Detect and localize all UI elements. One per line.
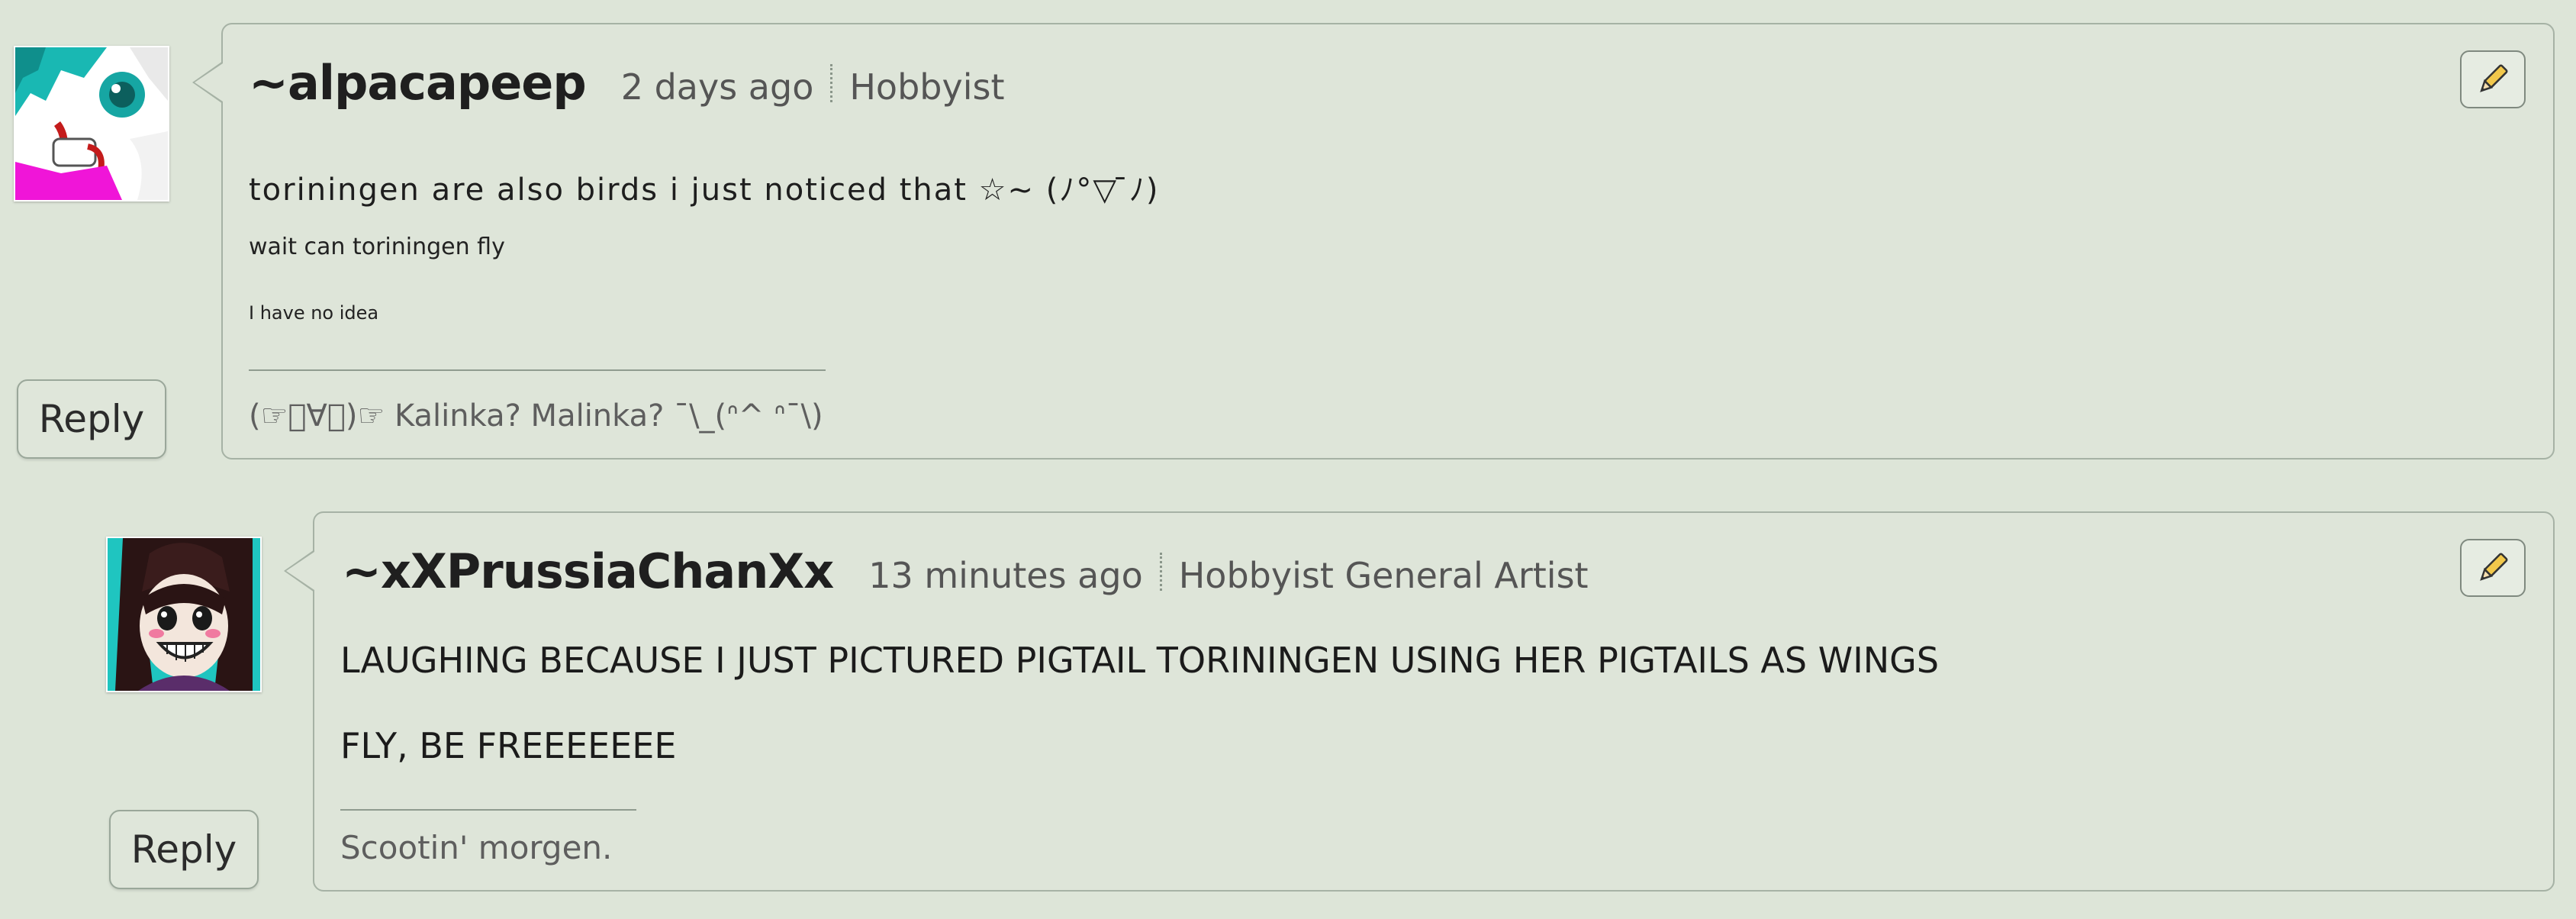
- comment-header: ~alpacapeep 2 days ago Hobbyist: [249, 55, 1004, 111]
- pencil-icon: [2480, 553, 2508, 581]
- separator: [830, 63, 833, 102]
- avatar-anime-grinning-girl-icon: [108, 538, 260, 691]
- comment-bubble: ~xXPrussiaChanXx 13 minutes ago Hobbyist…: [284, 511, 2555, 892]
- comment-text: I have no idea: [249, 302, 379, 324]
- username-link[interactable]: ~xXPrussiaChanXx: [342, 543, 834, 599]
- avatar[interactable]: [106, 537, 262, 692]
- comment-text: FLY, BE FREEEEEEE: [340, 725, 677, 766]
- user-role: Hobbyist General Artist: [1178, 555, 1589, 596]
- signature-divider: [340, 809, 636, 811]
- avatar-anime-cyan-hair-icon: [15, 47, 168, 200]
- reply-button[interactable]: Reply: [17, 379, 166, 459]
- reply-button[interactable]: Reply: [109, 810, 259, 889]
- edit-button[interactable]: [2460, 539, 2526, 597]
- signature: (☞ﾟ∀ﾟ)☞ Kalinka? Malinka? ¯\_(ᐢ^ ᐢ¯\): [249, 398, 823, 434]
- signature-divider: [249, 369, 826, 371]
- comment-bubble: ~alpacapeep 2 days ago Hobbyist torining…: [192, 23, 2555, 460]
- comment-text: toriningen are also birds i just noticed…: [249, 173, 1160, 208]
- username-link[interactable]: ~alpacapeep: [249, 55, 587, 111]
- separator: [1159, 552, 1162, 591]
- bubble-tail: [192, 61, 223, 104]
- comment-text: wait can toriningen fly: [249, 234, 505, 260]
- timestamp[interactable]: 13 minutes ago: [868, 555, 1143, 596]
- comment-header: ~xXPrussiaChanXx 13 minutes ago Hobbyist…: [342, 543, 1589, 599]
- comment-text: LAUGHING BECAUSE I JUST PICTURED PIGTAIL…: [340, 640, 1940, 681]
- bubble-tail: [284, 550, 314, 592]
- edit-button[interactable]: [2460, 50, 2526, 108]
- pencil-icon: [2480, 64, 2508, 92]
- timestamp[interactable]: 2 days ago: [621, 66, 814, 108]
- avatar[interactable]: [14, 46, 169, 202]
- signature: Scootin' morgen.: [340, 829, 613, 866]
- user-role: Hobbyist: [849, 66, 1005, 108]
